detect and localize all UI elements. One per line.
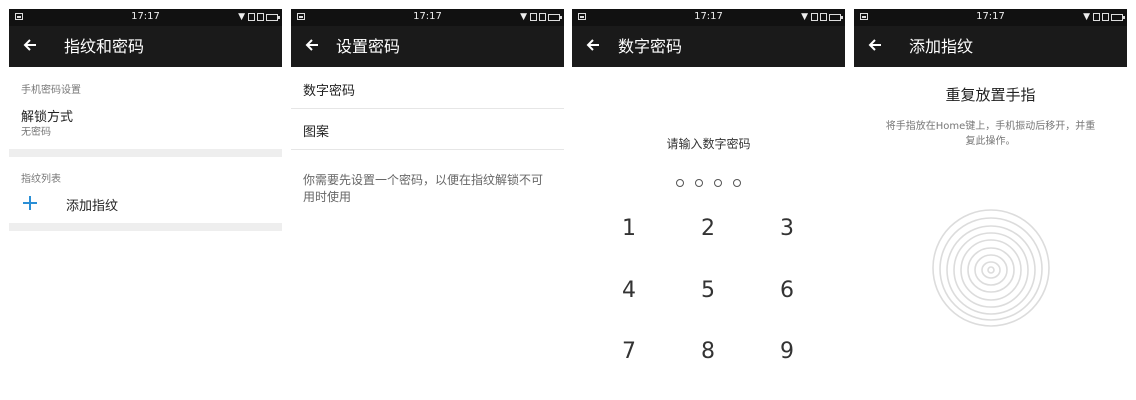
status-icons: ▼ (1083, 11, 1125, 23)
back-arrow-icon[interactable] (303, 36, 321, 54)
pin-dot (694, 179, 703, 187)
screen-fingerprint-and-password: 17:17 ▼ 指纹和密码 手机密码设置 解锁方式 无密码 指纹列表 添加指纹 (9, 9, 282, 400)
keypad-key-5[interactable]: 5 (688, 278, 728, 303)
status-bar: 17:17 ▼ (854, 9, 1127, 26)
page-title: 数字密码 (618, 37, 683, 56)
battery-icon (1111, 13, 1125, 21)
pin-indicator (572, 172, 845, 191)
section-divider (9, 149, 282, 157)
back-arrow-icon[interactable] (21, 36, 39, 54)
status-icons: ▼ (238, 11, 280, 23)
sim-icon (1093, 13, 1100, 21)
keypad-key-3[interactable]: 3 (767, 216, 807, 241)
divider (291, 108, 564, 109)
screen-add-fingerprint: 17:17 ▼ 添加指纹 重复放置手指 将手指放在Home键上，手机振动后移开，… (854, 9, 1127, 400)
screen-set-password: 17:17 ▼ 设置密码 数字密码 图案 你需要先设置一个密码，以便在指纹解锁不… (291, 9, 564, 400)
wifi-icon: ▼ (238, 12, 246, 22)
sim-icon (1102, 13, 1109, 21)
screen-numeric-password: 17:17 ▼ 数字密码 请输入数字密码 1 2 3 4 5 6 7 8 9 (572, 9, 845, 400)
pin-dot (714, 179, 723, 187)
keypad-key-4[interactable]: 4 (609, 278, 649, 303)
pin-dot (733, 179, 742, 187)
sim-icon (530, 13, 537, 21)
keypad-key-8[interactable]: 8 (688, 339, 728, 364)
wifi-icon: ▼ (1083, 12, 1091, 22)
battery-icon (548, 13, 562, 21)
plus-icon (23, 196, 37, 210)
keypad-key-2[interactable]: 2 (688, 216, 728, 241)
status-bar: 17:17 ▼ (9, 9, 282, 26)
page-title: 添加指纹 (909, 37, 974, 56)
unlock-method-value: 无密码 (21, 127, 51, 138)
sim-icon (257, 13, 264, 21)
status-bar: 17:17 ▼ (572, 9, 845, 26)
fingerprint-description: 将手指放在Home键上，手机振动后移开，并重复此操作。 (885, 121, 1096, 147)
battery-icon (266, 13, 280, 21)
wifi-icon: ▼ (801, 12, 809, 22)
section-divider (9, 223, 282, 231)
page-title: 指纹和密码 (64, 37, 145, 56)
section-label-fingerprint: 指纹列表 (21, 174, 61, 185)
pin-dot (675, 179, 684, 187)
keypad-key-9[interactable]: 9 (767, 339, 807, 364)
status-icons: ▼ (520, 11, 562, 23)
status-bar: 17:17 ▼ (291, 9, 564, 26)
status-icons: ▼ (801, 11, 843, 23)
section-label-password: 手机密码设置 (21, 85, 81, 96)
password-hint: 你需要先设置一个密码，以便在指纹解锁不可用时使用 (303, 173, 544, 204)
sim-icon (248, 13, 255, 21)
battery-icon (829, 13, 843, 21)
sim-icon (811, 13, 818, 21)
keypad-key-7[interactable]: 7 (609, 339, 649, 364)
keypad-key-6[interactable]: 6 (767, 278, 807, 303)
add-fingerprint-label: 添加指纹 (66, 199, 119, 214)
sim-icon (820, 13, 827, 21)
back-arrow-icon[interactable] (584, 36, 602, 54)
title-bar: 添加指纹 (854, 26, 1127, 67)
fingerprint-icon (932, 209, 1050, 327)
pin-prompt: 请输入数字密码 (666, 137, 751, 151)
page-title: 设置密码 (336, 37, 401, 56)
option-numeric-password[interactable]: 数字密码 (303, 80, 355, 99)
fingerprint-heading: 重复放置手指 (945, 86, 1036, 104)
keypad-key-1[interactable]: 1 (609, 216, 649, 241)
back-arrow-icon[interactable] (866, 36, 884, 54)
option-pattern[interactable]: 图案 (303, 121, 329, 140)
sim-icon (539, 13, 546, 21)
wifi-icon: ▼ (520, 12, 528, 22)
divider (291, 149, 564, 150)
title-bar: 指纹和密码 (9, 26, 282, 67)
title-bar: 数字密码 (572, 26, 845, 67)
title-bar: 设置密码 (291, 26, 564, 67)
